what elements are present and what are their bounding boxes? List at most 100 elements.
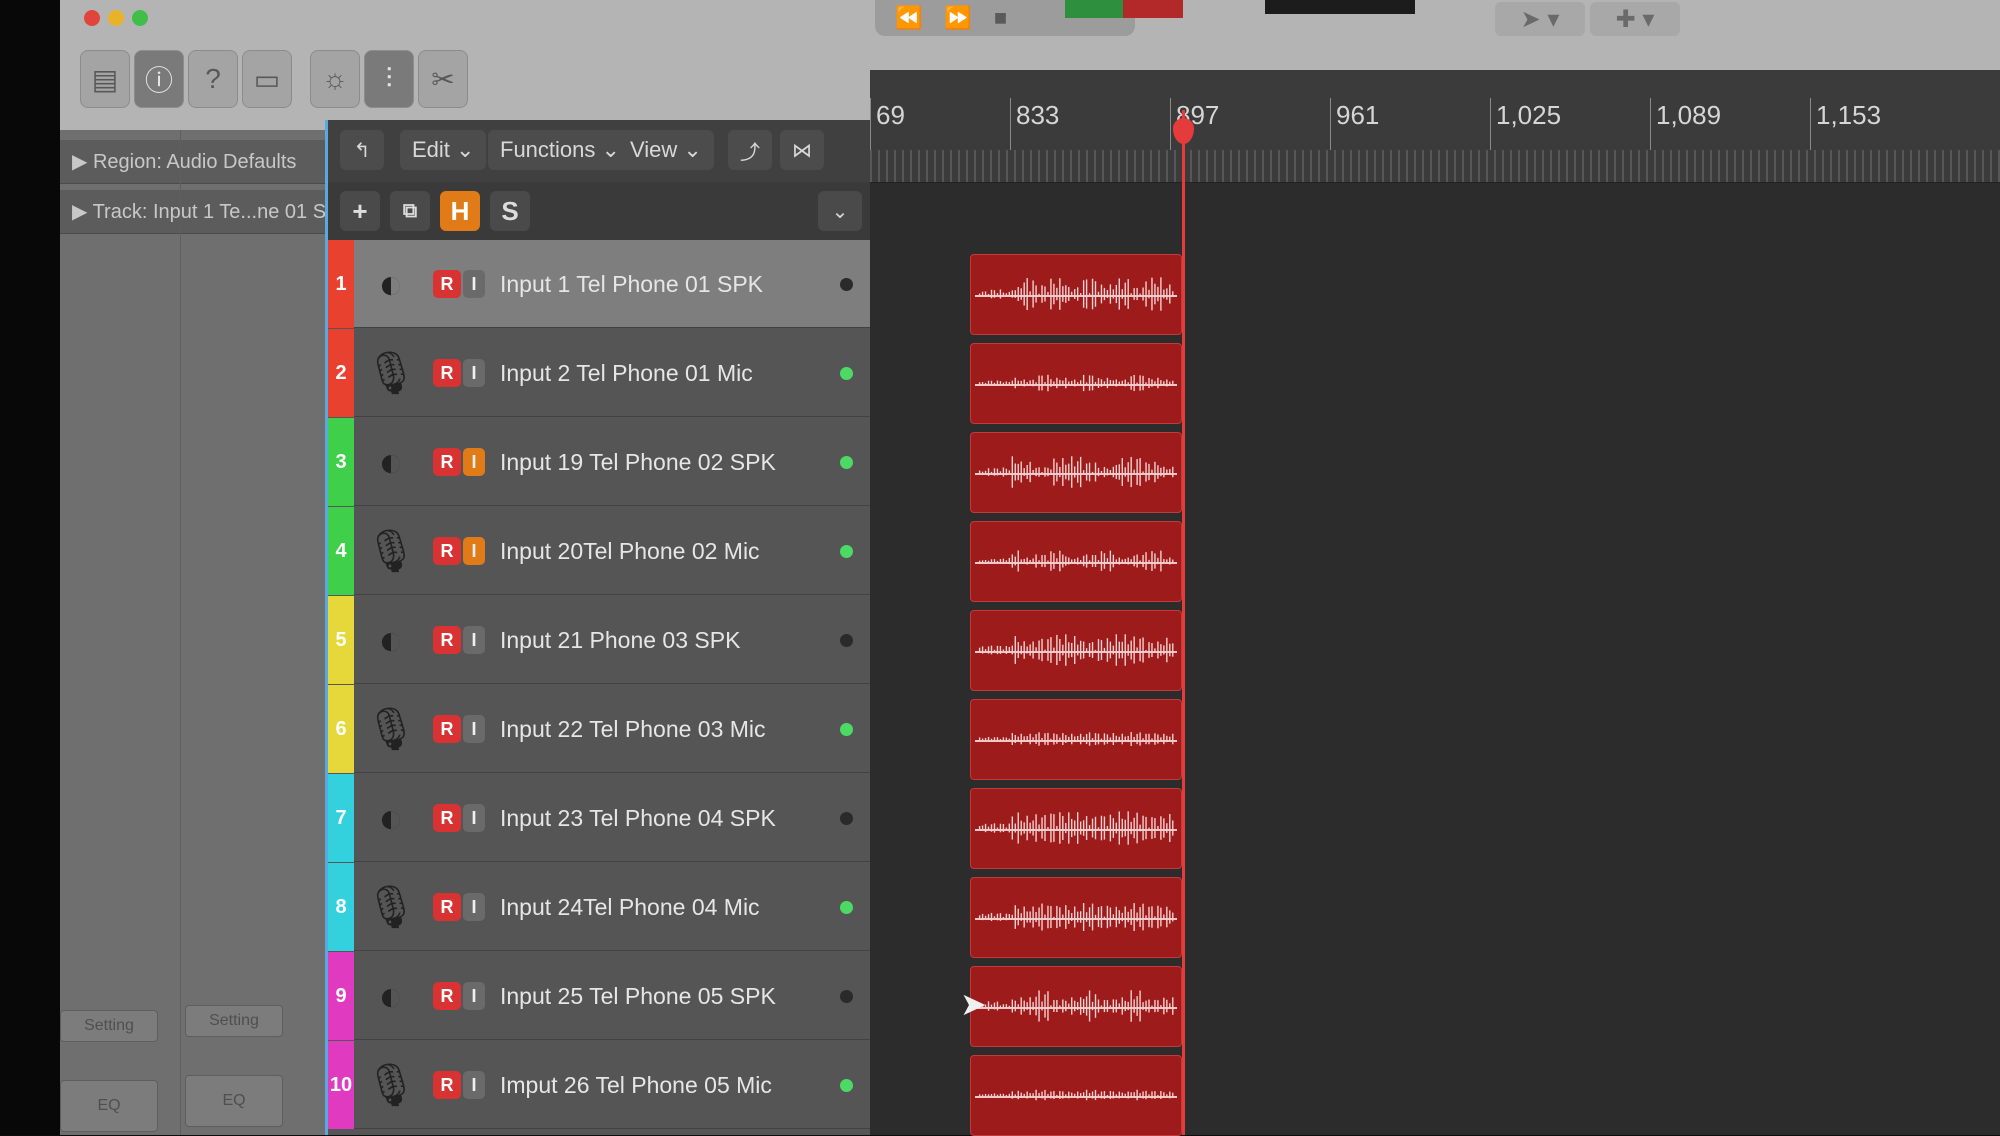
audio-region[interactable] <box>970 877 1182 958</box>
audio-region[interactable] <box>970 610 1182 691</box>
track-status-dot <box>840 278 853 291</box>
input-monitor-button[interactable]: I <box>463 804 485 832</box>
eq-button-left[interactable]: EQ <box>60 1080 158 1132</box>
track-status-dot <box>840 367 853 380</box>
track-status-dot <box>840 545 853 558</box>
input-monitor-button[interactable]: I <box>463 982 485 1010</box>
audio-region[interactable] <box>970 788 1182 869</box>
setting-button-right[interactable]: Setting <box>185 1005 283 1037</box>
record-button[interactable] <box>1123 0 1183 18</box>
ruler-tick <box>1650 98 1651 150</box>
audio-region[interactable] <box>970 432 1182 513</box>
edit-menu-label: Edit <box>412 137 450 162</box>
track-status-dot <box>840 1079 853 1092</box>
record-enable-button[interactable]: R <box>433 270 461 298</box>
track-row[interactable]: 8 🎙 R I Input 24Tel Phone 04 Mic <box>328 863 873 951</box>
minimize-window-button[interactable] <box>108 10 124 26</box>
track-inspector-header[interactable]: ▶ Track: Input 1 Te...ne 01 SPK <box>60 190 325 234</box>
track-row[interactable]: 1 ◐ R I Input 1 Tel Phone 01 SPK <box>328 240 873 328</box>
rewind-icon[interactable]: ⏪ <box>895 5 922 31</box>
track-number: 4 <box>328 507 354 595</box>
input-monitor-button[interactable]: I <box>463 270 485 298</box>
fast-forward-icon[interactable]: ⏩ <box>944 5 971 31</box>
automation-icon[interactable]: ⤴ <box>728 130 772 170</box>
audio-region[interactable] <box>970 1055 1182 1136</box>
ruler-number-1: 69 <box>876 100 905 130</box>
input-monitor-button[interactable]: I <box>463 893 485 921</box>
editors-scissors-icon[interactable]: ✂ <box>418 50 468 108</box>
microphone-icon: 🎙 <box>364 882 418 930</box>
record-enable-button[interactable]: R <box>433 626 461 654</box>
add-track-button[interactable]: + <box>340 191 380 231</box>
track-row[interactable]: 4 🎙 R I Input 20Tel Phone 02 Mic <box>328 507 873 595</box>
record-enable-button[interactable]: R <box>433 448 461 476</box>
ruler-tick <box>1170 98 1171 150</box>
close-window-button[interactable] <box>84 10 100 26</box>
record-enable-button[interactable]: R <box>433 715 461 743</box>
smart-controls-icon[interactable]: ☼ <box>310 50 360 108</box>
audio-region[interactable] <box>970 343 1182 424</box>
input-monitor-button[interactable]: I <box>463 537 485 565</box>
track-row[interactable]: 2 🎙 R I Input 2 Tel Phone 01 Mic <box>328 329 873 417</box>
input-monitor-button[interactable]: I <box>463 448 485 476</box>
track-name: Input 25 Tel Phone 05 SPK <box>500 983 776 1009</box>
library-icon[interactable]: ▤ <box>80 50 130 108</box>
track-number: 3 <box>328 418 354 506</box>
pointer-tool-icon[interactable]: ➤ ▾ <box>1495 2 1585 36</box>
input-monitor-button[interactable]: I <box>463 715 485 743</box>
solo-button[interactable]: S <box>490 191 530 231</box>
microphone-icon: 🎙 <box>364 526 418 574</box>
record-enable-button[interactable]: R <box>433 982 461 1010</box>
inspector-icon[interactable]: ⓘ <box>134 50 184 108</box>
view-menu[interactable]: View ⌄ <box>618 130 714 170</box>
duplicate-track-icon[interactable]: ⧉ <box>390 191 430 231</box>
track-status-dot <box>840 723 853 736</box>
back-arrow-icon[interactable]: ↰ <box>340 130 384 170</box>
audio-region[interactable] <box>970 521 1182 602</box>
input-monitor-button[interactable]: I <box>463 626 485 654</box>
track-name: Input 23 Tel Phone 04 SPK <box>500 805 776 831</box>
track-row[interactable]: 6 🎙 R I Input 22 Tel Phone 03 Mic <box>328 685 873 773</box>
playhead-line[interactable] <box>1182 110 1185 1135</box>
waveform-icon <box>978 634 1174 666</box>
speaker-icon: ◐ <box>378 616 404 663</box>
flex-icon[interactable]: ⋈ <box>780 130 824 170</box>
eq-button-right[interactable]: EQ <box>185 1075 283 1127</box>
toolbar-toggle-icon[interactable]: ▭ <box>242 50 292 108</box>
catch-icon[interactable]: ⌄ <box>818 191 862 231</box>
tracks-area: ↰ Edit ⌄ Functions ⌄ View ⌄ ⤴ ⋈ + ⧉ H S … <box>325 120 873 1135</box>
ruler-number-5: 1,025 <box>1496 100 1562 130</box>
bar-ruler[interactable]: 69 833 897 961 1,025 1,089 1,153 <box>870 70 2000 183</box>
input-monitor-button[interactable]: I <box>463 359 485 387</box>
zoom-window-button[interactable] <box>132 10 148 26</box>
setting-button-left[interactable]: Setting <box>60 1010 158 1042</box>
hide-button[interactable]: H <box>440 191 480 231</box>
audio-region[interactable] <box>970 254 1182 335</box>
track-row[interactable]: 3 ◐ R I Input 19 Tel Phone 02 SPK <box>328 418 873 506</box>
waveform-icon <box>978 903 1174 931</box>
record-enable-button[interactable]: R <box>433 1071 461 1099</box>
pencil-tool-icon[interactable]: ✚ ▾ <box>1590 2 1680 36</box>
quick-help-icon[interactable]: ? <box>188 50 238 108</box>
track-row[interactable]: 10 🎙 R I Imput 26 Tel Phone 05 Mic <box>328 1041 873 1129</box>
record-enable-button[interactable]: R <box>433 537 461 565</box>
play-button[interactable] <box>1065 0 1123 18</box>
track-row[interactable]: 9 ◐ R I Input 25 Tel Phone 05 SPK <box>328 952 873 1040</box>
track-row[interactable]: 7 ◐ R I Input 23 Tel Phone 04 SPK <box>328 774 873 862</box>
track-name: Imput 26 Tel Phone 05 Mic <box>500 1072 772 1098</box>
record-enable-button[interactable]: R <box>433 359 461 387</box>
input-monitor-button[interactable]: I <box>463 1071 485 1099</box>
audio-region[interactable] <box>970 966 1182 1047</box>
region-inspector-header[interactable]: ▶ Region: Audio Defaults <box>60 140 325 184</box>
audio-region[interactable] <box>970 699 1182 780</box>
edit-menu[interactable]: Edit ⌄ <box>400 130 487 170</box>
track-header-bar: + ⧉ H S ⌄ <box>328 182 873 241</box>
stop-icon[interactable]: ■ <box>994 5 1007 31</box>
region-label: Region: Audio Defaults <box>92 151 297 173</box>
functions-menu[interactable]: Functions ⌄ <box>488 130 632 170</box>
mixer-icon[interactable]: ⫶ <box>364 50 414 108</box>
record-enable-button[interactable]: R <box>433 804 461 832</box>
record-enable-button[interactable]: R <box>433 893 461 921</box>
track-row[interactable]: 5 ◐ R I Input 21 Phone 03 SPK <box>328 596 873 684</box>
ruler-tick <box>1010 98 1011 150</box>
